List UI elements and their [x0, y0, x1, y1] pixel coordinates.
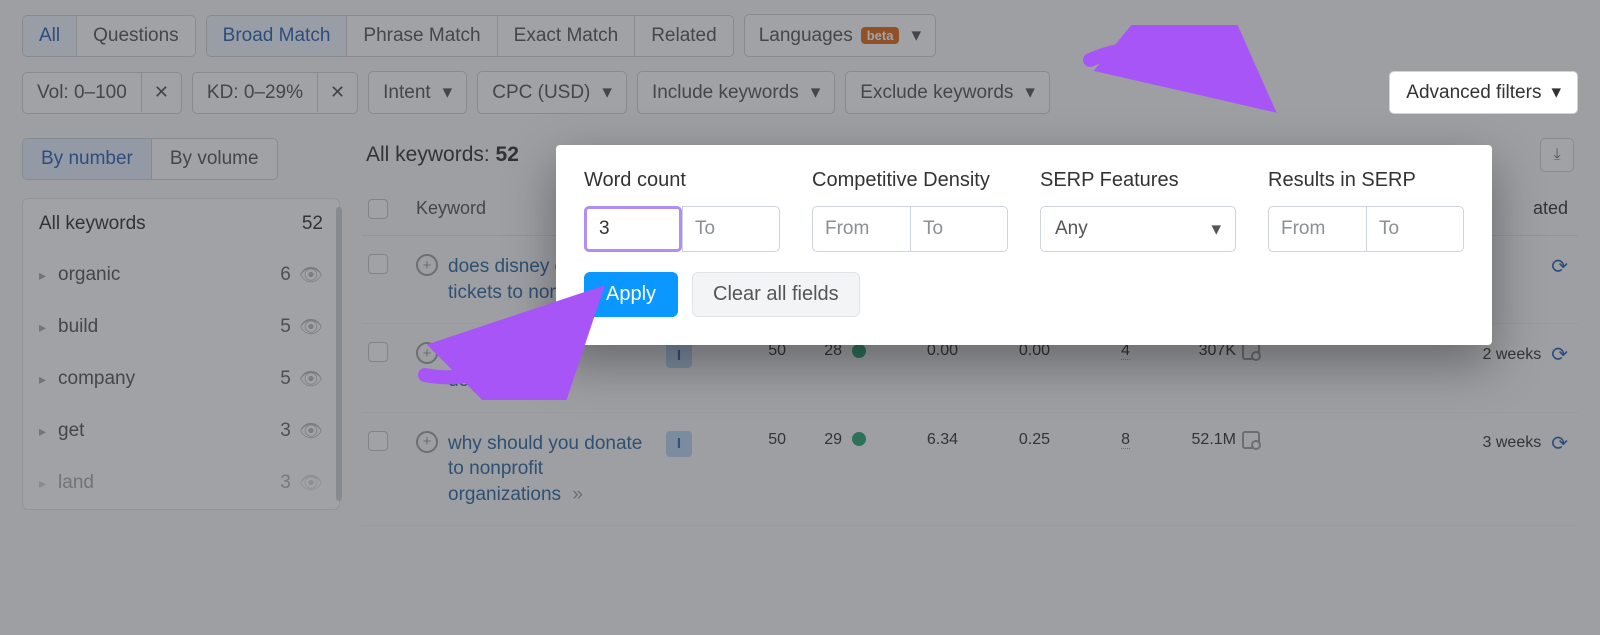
tab-related[interactable]: Related — [635, 16, 733, 56]
advanced-filters-popover: Word count Competitive Density SERP Feat… — [556, 145, 1492, 345]
filter-kd: KD: 0–29% ✕ — [192, 72, 358, 114]
tab-all[interactable]: All — [23, 16, 77, 56]
results-count: All keywords: 52 — [366, 143, 519, 167]
tab-broad-match[interactable]: Broad Match — [207, 16, 348, 56]
add-keyword-icon[interactable]: + — [416, 254, 438, 276]
export-button[interactable]: ⤓ — [1540, 138, 1574, 172]
ris-to-input[interactable] — [1366, 206, 1464, 252]
select-all-checkbox[interactable] — [368, 199, 388, 219]
sidebar: By number By volume All keywords 52 ▸org… — [22, 138, 340, 526]
table-row: + why should you donate to nonprofit org… — [362, 413, 1578, 527]
eye-icon: 👁 — [299, 263, 323, 287]
clear-all-fields-button[interactable]: Clear all fields — [692, 272, 860, 317]
match-tabs-2: Broad Match Phrase Match Exact Match Rel… — [206, 15, 734, 57]
languages-dropdown[interactable]: Languages beta ▾ — [744, 14, 936, 57]
cell-cd: 0.25 — [958, 431, 1050, 449]
eye-icon: 👁 — [299, 471, 323, 495]
refresh-icon[interactable]: ⟳ — [1551, 254, 1568, 279]
advanced-filters-button[interactable]: Advanced filters▾ — [1389, 71, 1578, 114]
languages-label: Languages — [759, 25, 853, 47]
ris-from-input[interactable] — [1268, 206, 1366, 252]
sidebar-item-get[interactable]: ▸get 3👁 — [23, 405, 339, 457]
chevron-down-icon: ▾ — [602, 81, 612, 104]
keyword-link[interactable]: why should you donate to nonprofit organ… — [448, 431, 658, 508]
sidebar-item-company[interactable]: ▸company 5👁 — [23, 353, 339, 405]
filter-volume: Vol: 0–100 ✕ — [22, 72, 182, 114]
sidebar-sort-toggle: By number By volume — [22, 138, 278, 180]
chevron-down-icon: ▾ — [811, 81, 821, 104]
chevron-down-icon: ▾ — [1211, 218, 1221, 241]
sidebar-item-land[interactable]: ▸land 3👁 — [23, 457, 339, 509]
row-checkbox[interactable] — [368, 431, 388, 451]
cell-kd: 29 — [786, 431, 866, 449]
cell-updated: 2 weeks — [1483, 346, 1542, 364]
chevron-right-icon: ▸ — [39, 319, 46, 336]
tab-questions[interactable]: Questions — [77, 16, 195, 56]
sort-by-volume[interactable]: By volume — [152, 139, 277, 179]
apply-button[interactable]: Apply — [584, 272, 678, 317]
row-checkbox[interactable] — [368, 254, 388, 274]
label-competitive-density: Competitive Density — [812, 169, 1008, 192]
label-results-in-serp: Results in SERP — [1268, 169, 1464, 192]
chevron-down-icon: ▾ — [1551, 81, 1561, 104]
serp-snapshot-icon[interactable] — [1242, 431, 1260, 449]
sort-by-number[interactable]: By number — [23, 139, 152, 179]
cell-results: 52.1M — [1130, 431, 1260, 449]
filter-cpc[interactable]: CPC (USD)▾ — [477, 71, 627, 114]
chevron-down-icon: ▾ — [1025, 81, 1035, 104]
keyword-link[interactable]: nonprofit crypto donations » — [448, 342, 658, 393]
filter-volume-label: Vol: 0–100 — [23, 73, 141, 113]
cell-cpc: 6.34 — [866, 431, 958, 449]
label-word-count: Word count — [584, 169, 780, 192]
label-serp-features: SERP Features — [1040, 169, 1236, 192]
filter-intent[interactable]: Intent▾ — [368, 71, 467, 114]
word-count-to-input[interactable] — [682, 206, 780, 252]
filter-kd-label: KD: 0–29% — [193, 73, 317, 113]
row-checkbox[interactable] — [368, 342, 388, 362]
add-keyword-icon[interactable]: + — [416, 431, 438, 453]
tab-exact-match[interactable]: Exact Match — [498, 16, 636, 56]
eye-icon: 👁 — [299, 367, 323, 391]
cd-from-input[interactable] — [812, 206, 910, 252]
chevron-right-icon: ▸ — [39, 371, 46, 388]
eye-icon: 👁 — [299, 315, 323, 339]
intent-badge: I — [666, 342, 692, 368]
filter-exclude-keywords[interactable]: Exclude keywords▾ — [845, 71, 1050, 114]
clear-kd-icon[interactable]: ✕ — [317, 73, 357, 112]
filter-include-keywords[interactable]: Include keywords▾ — [637, 71, 835, 114]
chevrons-icon: » — [572, 484, 583, 505]
word-count-from-input[interactable] — [584, 206, 682, 252]
sidebar-all-keywords[interactable]: All keywords 52 — [23, 199, 339, 249]
intent-badge: I — [666, 431, 692, 457]
chevrons-icon: » — [542, 370, 553, 391]
refresh-icon[interactable]: ⟳ — [1551, 342, 1568, 367]
chevron-down-icon: ▾ — [911, 24, 921, 47]
cell-updated: 3 weeks — [1483, 434, 1542, 452]
beta-badge: beta — [861, 27, 900, 44]
tab-phrase-match[interactable]: Phrase Match — [347, 16, 497, 56]
chevron-right-icon: ▸ — [39, 267, 46, 284]
chevron-right-icon: ▸ — [39, 475, 46, 492]
kd-dot-icon — [852, 432, 866, 446]
add-keyword-icon[interactable]: + — [416, 342, 438, 364]
match-tabs: All Questions — [22, 15, 196, 57]
cell-serp-features[interactable]: 8 — [1121, 431, 1130, 449]
chevron-right-icon: ▸ — [39, 423, 46, 440]
kd-dot-icon — [852, 344, 866, 358]
clear-volume-icon[interactable]: ✕ — [141, 73, 181, 112]
serp-features-select[interactable]: Any▾ — [1040, 206, 1236, 252]
cd-to-input[interactable] — [910, 206, 1008, 252]
sidebar-item-organic[interactable]: ▸organic 6👁 — [23, 249, 339, 301]
refresh-icon[interactable]: ⟳ — [1551, 431, 1568, 456]
sidebar-item-build[interactable]: ▸build 5👁 — [23, 301, 339, 353]
eye-icon: 👁 — [299, 419, 323, 443]
cell-volume: 50 — [706, 431, 786, 449]
chevron-down-icon: ▾ — [443, 81, 453, 104]
